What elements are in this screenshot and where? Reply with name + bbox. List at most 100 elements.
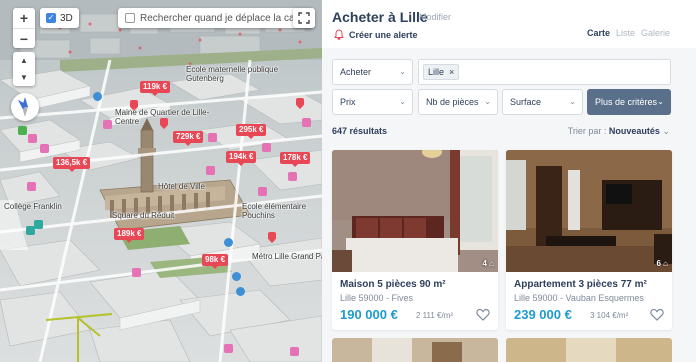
poi-icon[interactable] (224, 344, 233, 353)
metro-icon[interactable] (236, 287, 245, 296)
results-count: 647 résultats (332, 126, 388, 136)
price-marker[interactable]: 136,5k € (53, 157, 91, 172)
poi-icon[interactable] (206, 166, 215, 175)
favorite-heart-icon[interactable] (650, 308, 664, 321)
listing-photo[interactable] (506, 150, 672, 272)
modify-link[interactable]: Modifier (419, 12, 451, 22)
listing-card[interactable]: 4 ⌂ Maison 5 pièces 90 m² Lille 59000 - … (332, 150, 498, 330)
location-tag: Lille × (423, 64, 460, 80)
listing-price: 239 000 € (514, 307, 572, 322)
map-label: Maine de Quartier de Lille-Centre (115, 108, 210, 126)
chevron-down-icon: ⌄ (657, 97, 664, 106)
poi-icon[interactable] (208, 133, 217, 142)
listing-card[interactable] (506, 338, 672, 362)
poi-icon[interactable] (18, 126, 27, 135)
photo-count: 4 ⌂ (482, 259, 494, 268)
listing-card[interactable]: 6 ⌂ Appartement 3 pièces 77 m² Lille 590… (506, 150, 672, 330)
poi-icon[interactable] (288, 172, 297, 181)
map-view[interactable]: 119k € 729k € 295k € 136,5k € 194k € 178… (0, 0, 322, 362)
listing-location: Lille 59000 - Vauban Esquermes (514, 293, 644, 303)
price-select[interactable]: Prix ⌄ (332, 89, 413, 115)
price-marker[interactable]: 98k € (202, 254, 229, 269)
map-label: Square du Réduit (112, 211, 175, 220)
listing-photo[interactable] (332, 150, 498, 272)
tilt-down-button[interactable]: ▼ (13, 69, 35, 86)
price-label: Prix (340, 97, 356, 107)
poi-icon[interactable] (290, 347, 299, 356)
results-panel: Acheter à Lille Modifier Créer une alert… (322, 0, 696, 362)
rooms-select[interactable]: Nb de pièces ⌄ (418, 89, 498, 115)
listing-price-per-m2: 2 111 €/m² (416, 311, 454, 320)
toggle-3d[interactable]: ✓ 3D (40, 8, 79, 28)
fullscreen-button[interactable] (293, 8, 315, 28)
poi-icon[interactable] (40, 144, 49, 153)
toggle-3d-label: 3D (60, 12, 73, 24)
compass-button[interactable] (11, 93, 39, 121)
tilt-up-button[interactable]: ▲ (13, 52, 35, 69)
transaction-value: Acheter (340, 67, 372, 77)
camera-icon: ⌂ (663, 259, 668, 268)
price-marker[interactable]: 295k € (236, 124, 267, 139)
sort-value: Nouveautés (608, 126, 660, 136)
sort-select[interactable]: Trier par : Nouveautés ⌄ (568, 126, 670, 137)
bedroom-photo (332, 150, 498, 272)
bell-icon (334, 29, 344, 40)
poi-icon[interactable] (103, 120, 112, 129)
search-on-move-label: Rechercher quand je déplace la carte (140, 12, 307, 24)
search-header: Acheter à Lille Modifier Créer une alert… (322, 0, 696, 48)
price-marker[interactable]: 119k € (140, 81, 171, 96)
view-tab-map[interactable]: Carte (587, 28, 610, 38)
chevron-down-icon: ⌄ (569, 97, 576, 106)
map-label: Ecole maternelle publique Gutenberg (186, 65, 279, 83)
cluster-marker[interactable] (130, 100, 138, 111)
listing-title[interactable]: Maison 5 pièces 90 m² (340, 279, 446, 290)
fullscreen-icon (298, 12, 310, 24)
checkbox-unchecked-icon[interactable] (125, 13, 135, 23)
chevron-down-icon: ⌄ (662, 126, 670, 136)
chevron-down-icon: ⌄ (399, 97, 406, 106)
cluster-marker[interactable] (268, 232, 276, 243)
map-3d-buildings (0, 0, 322, 362)
create-alert-button[interactable]: Créer une alerte (334, 29, 418, 40)
checkbox-checked-icon[interactable]: ✓ (46, 13, 56, 23)
poi-icon[interactable] (28, 134, 37, 143)
price-marker[interactable]: 194k € (226, 151, 257, 166)
remove-tag-icon[interactable]: × (449, 67, 454, 77)
price-marker[interactable]: 729k € (173, 131, 204, 146)
poi-icon[interactable] (27, 182, 36, 191)
photo-count: 6 ⌂ (656, 259, 668, 268)
create-alert-label: Créer une alerte (349, 29, 418, 40)
map-label: Ecole élémentaire Pouchins (242, 202, 307, 220)
chevron-down-icon: ⌄ (484, 97, 491, 106)
surface-select[interactable]: Surface ⌄ (502, 89, 583, 115)
more-criteria-button[interactable]: Plus de critères ⌄ (587, 89, 671, 115)
poi-icon[interactable] (262, 143, 271, 152)
poi-icon[interactable] (132, 268, 141, 277)
listing-photo (506, 338, 672, 362)
listing-photo (332, 338, 498, 362)
price-marker[interactable]: 178k € (280, 152, 311, 167)
search-on-move-toggle[interactable]: Rechercher quand je déplace la carte (118, 8, 314, 28)
map-label: Collège Franklin (4, 202, 62, 211)
zoom-in-button[interactable]: + (13, 8, 35, 28)
view-tab-gallery[interactable]: Galerie (641, 28, 670, 38)
location-tag-label: Lille (428, 67, 445, 77)
location-input[interactable]: Lille × (418, 59, 671, 85)
poi-icon[interactable] (302, 118, 311, 127)
listing-title[interactable]: Appartement 3 pièces 77 m² (514, 279, 647, 290)
metro-icon[interactable] (224, 238, 233, 247)
cluster-marker[interactable] (296, 98, 304, 109)
transaction-select[interactable]: Acheter ⌄ (332, 59, 413, 85)
zoom-out-button[interactable]: − (13, 28, 35, 48)
price-marker[interactable]: 189k € (114, 228, 145, 243)
favorite-heart-icon[interactable] (476, 308, 490, 321)
poi-icon[interactable] (258, 187, 267, 196)
listing-card[interactable] (332, 338, 498, 362)
poi-icon[interactable] (34, 220, 43, 229)
view-tab-list[interactable]: Liste (616, 28, 635, 38)
camera-icon: ⌂ (489, 259, 494, 268)
metro-icon[interactable] (232, 272, 241, 281)
listing-price: 190 000 € (340, 307, 398, 322)
living-room-photo (506, 150, 672, 272)
metro-icon[interactable] (93, 92, 102, 101)
